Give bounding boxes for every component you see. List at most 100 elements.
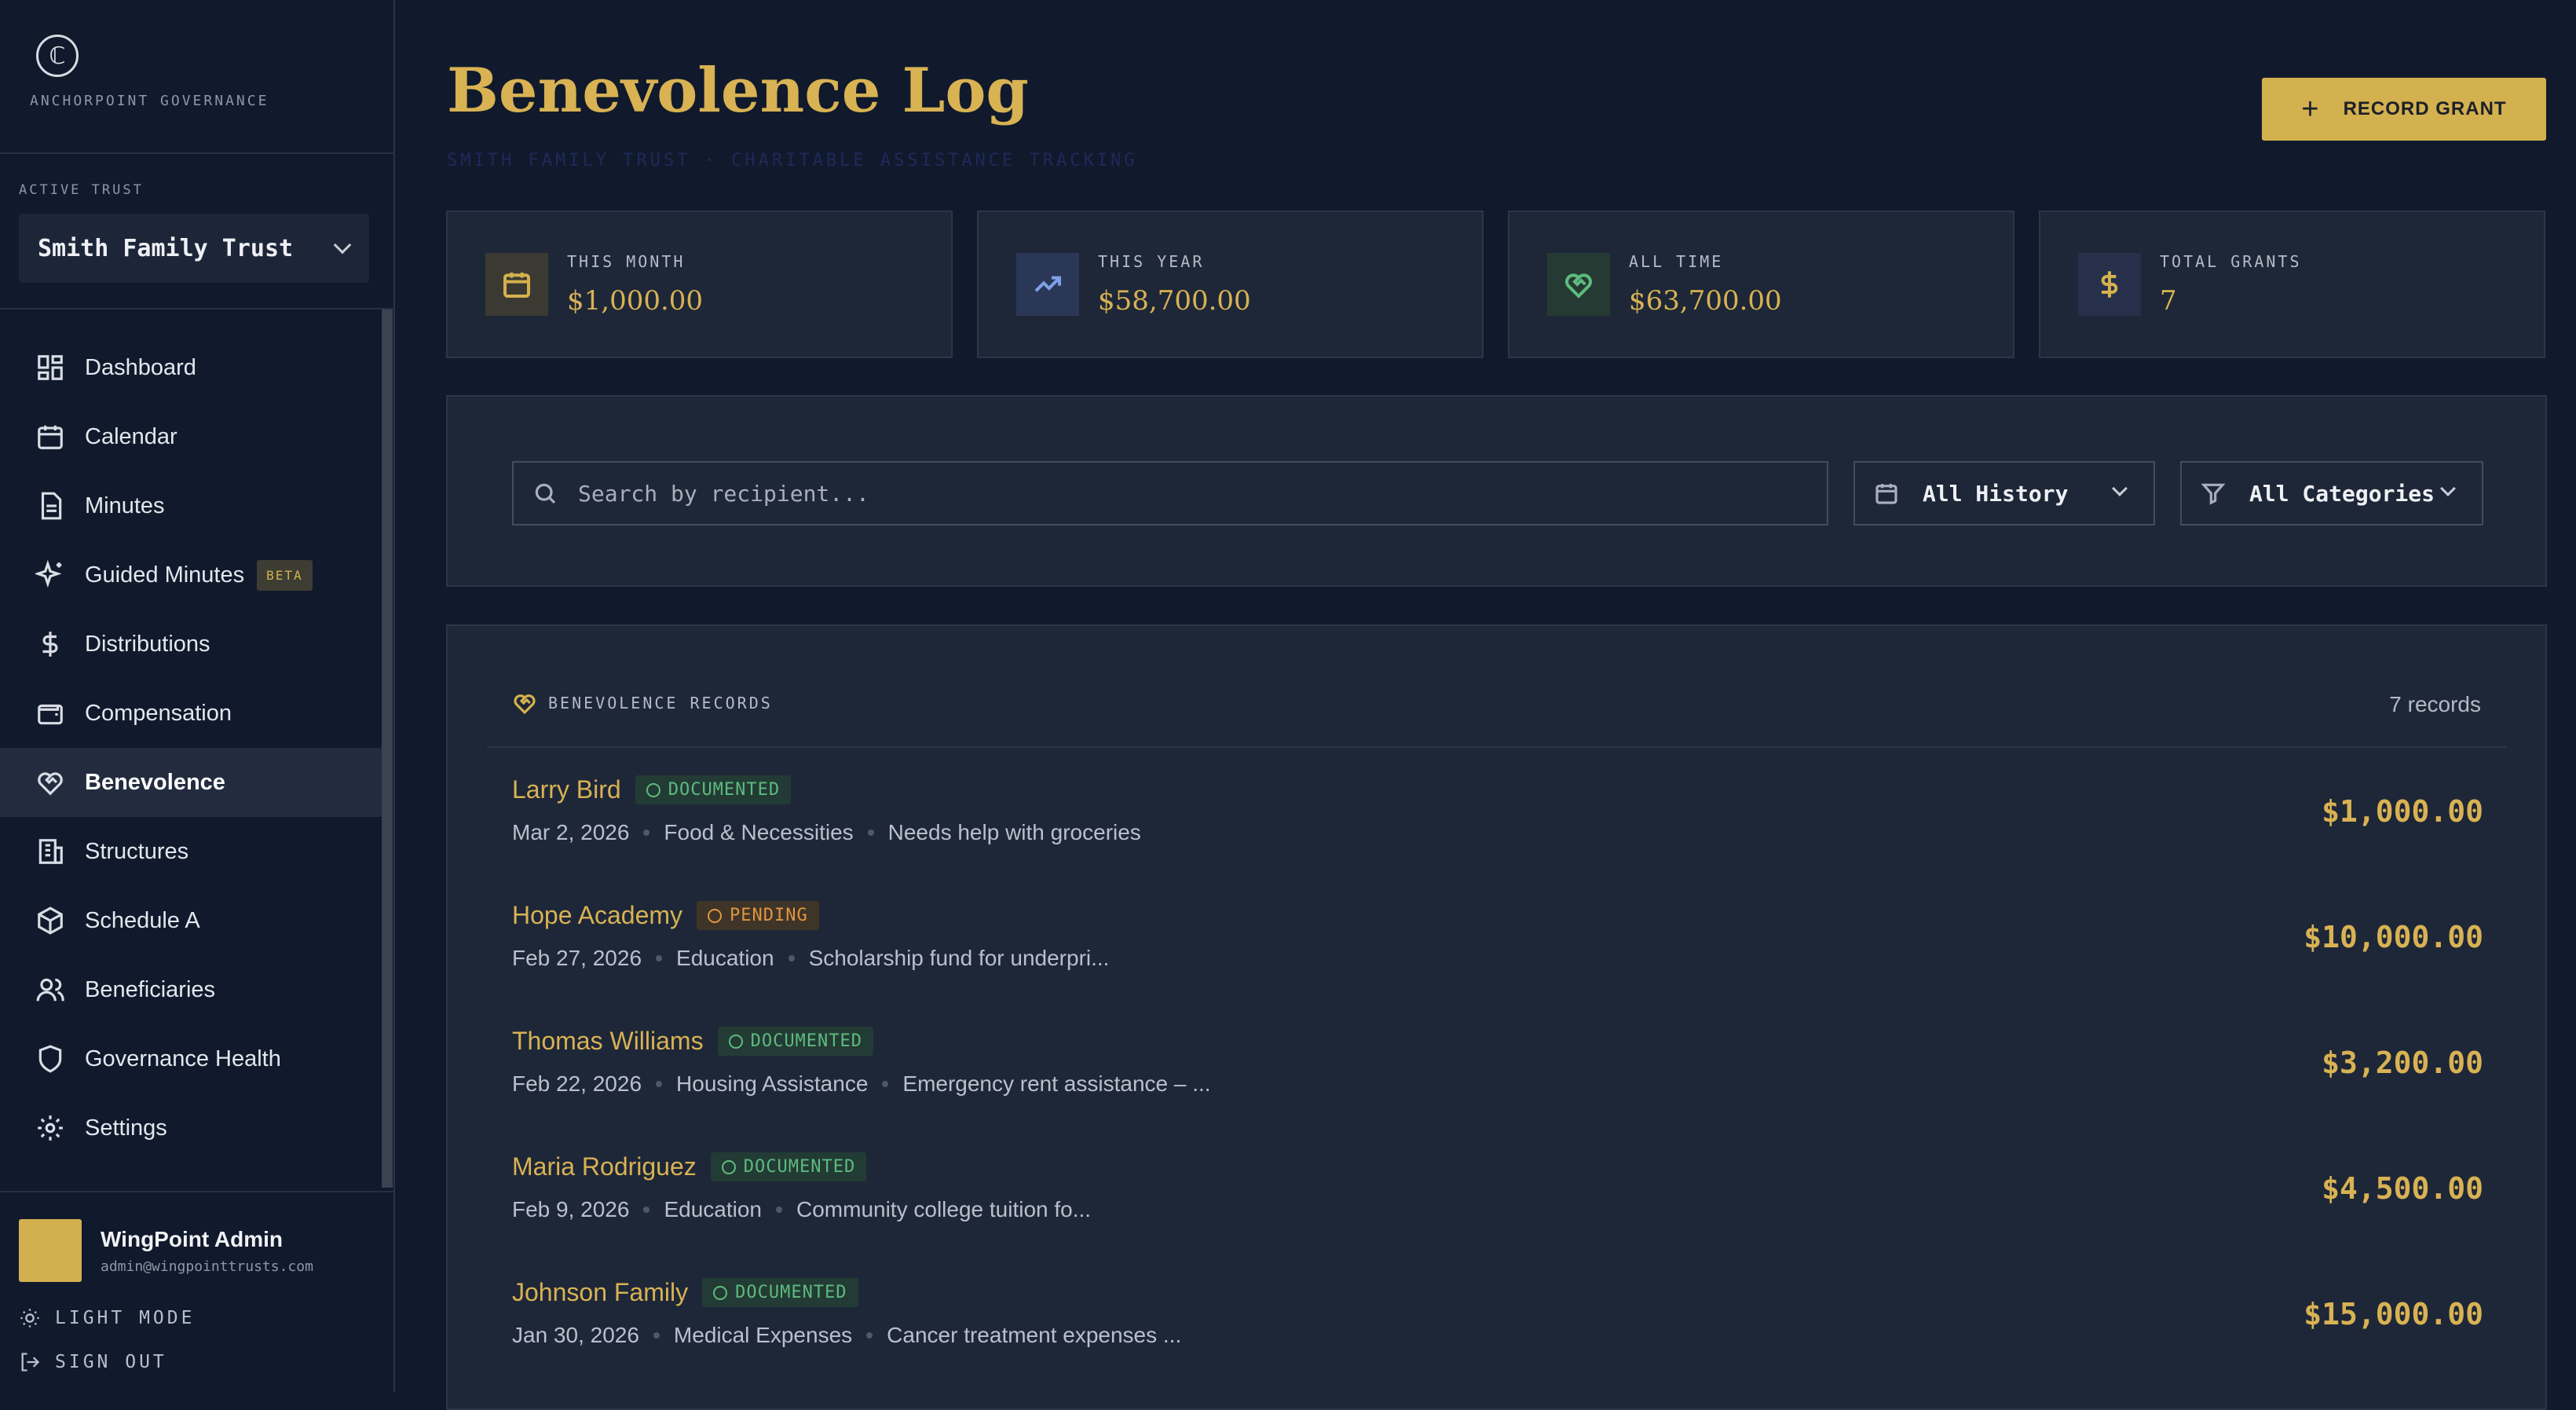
- sidebar-item-label: Beneficiaries: [85, 976, 216, 1002]
- box-icon: [35, 905, 66, 936]
- history-filter-value: All History: [1923, 480, 2069, 507]
- sidebar-item-label: Structures: [85, 838, 189, 864]
- grant-date: Feb 22, 2026: [512, 1071, 642, 1096]
- sidebar-item-label: Compensation: [85, 700, 232, 726]
- sidebar-divider: [0, 308, 393, 309]
- grant-category: Education: [664, 1197, 762, 1221]
- grant-category: Housing Assistance: [676, 1071, 869, 1096]
- dollar-icon: [35, 628, 66, 660]
- sidebar-divider: [0, 1191, 393, 1192]
- record-row[interactable]: Hope Academy PENDING Feb 27, 2026 Educat…: [512, 901, 2483, 1027]
- heart-handshake-icon: [514, 694, 536, 715]
- sidebar: ℂ ANCHORPOINT GOVERNANCE ACTIVE TRUST Sm…: [0, 0, 395, 1392]
- search-icon: [535, 483, 556, 504]
- grant-amount: $4,500.00: [2322, 1171, 2483, 1206]
- sparkle-icon: [35, 559, 66, 591]
- heart-handshake-icon: [1547, 253, 1610, 316]
- grant-amount: $1,000.00: [2322, 794, 2483, 829]
- sidebar-item-schedule-a[interactable]: Schedule A: [0, 886, 382, 955]
- sidebar-item-structures[interactable]: Structures: [0, 817, 382, 886]
- sidebar-nav: Dashboard Calendar Minutes Guided Minute…: [0, 333, 382, 1163]
- grant-category: Medical Expenses: [673, 1323, 853, 1347]
- sidebar-item-label: Dashboard: [85, 354, 196, 380]
- sidebar-divider: [0, 152, 393, 154]
- sidebar-item-calendar[interactable]: Calendar: [0, 402, 382, 471]
- clock-icon: [708, 908, 723, 923]
- sidebar-item-distributions[interactable]: Distributions: [0, 610, 382, 679]
- sidebar-item-compensation[interactable]: Compensation: [0, 679, 382, 748]
- records-count: 7 records: [2389, 692, 2481, 716]
- status-badge: DOCUMENTED: [717, 1027, 874, 1056]
- stat-card-total-grants: TOTAL GRANTS 7: [2039, 211, 2545, 358]
- grant-note: Cancer treatment expenses ...: [887, 1323, 1182, 1347]
- grant-category: Education: [676, 946, 774, 970]
- records-panel: BENEVOLENCE RECORDS 7 records Larry Bird…: [446, 624, 2547, 1410]
- sidebar-item-label: Guided Minutes: [85, 562, 245, 588]
- records-header: BENEVOLENCE RECORDS: [512, 690, 773, 716]
- wallet-icon: [35, 698, 66, 729]
- record-row[interactable]: Thomas Williams DOCUMENTED Feb 22, 2026 …: [512, 1027, 2483, 1152]
- status-badge: DOCUMENTED: [710, 1152, 867, 1181]
- building-icon: [35, 836, 66, 867]
- check-circle-icon: [646, 782, 660, 797]
- category-filter-dropdown[interactable]: All Categories: [2180, 461, 2483, 526]
- recipient-name: Maria Rodriguez: [512, 1152, 697, 1181]
- sidebar-item-settings[interactable]: Settings: [0, 1093, 382, 1163]
- stat-label: ALL TIME: [1629, 252, 1724, 271]
- page-title: Benevolence Log: [447, 55, 1029, 126]
- search-input[interactable]: Search by recipient...: [512, 461, 1828, 526]
- sidebar-item-beneficiaries[interactable]: Beneficiaries: [0, 955, 382, 1024]
- users-icon: [35, 974, 66, 1005]
- status-badge: PENDING: [697, 901, 819, 930]
- sidebar-scrollbar[interactable]: [382, 309, 393, 1188]
- user-profile[interactable]: WingPoint Admin admin@wingpointtrusts.co…: [19, 1219, 313, 1282]
- sidebar-item-label: Schedule A: [85, 907, 200, 933]
- sidebar-item-label: Minutes: [85, 493, 165, 518]
- user-name: WingPoint Admin: [101, 1226, 283, 1251]
- beta-badge: BETA: [257, 559, 313, 591]
- status-label: PENDING: [730, 906, 808, 925]
- grant-date: Feb 27, 2026: [512, 946, 642, 970]
- grant-category: Food & Necessities: [664, 820, 854, 844]
- recipient-name: Thomas Williams: [512, 1027, 704, 1055]
- sidebar-item-dashboard[interactable]: Dashboard: [0, 333, 382, 402]
- grant-amount: $10,000.00: [2303, 920, 2483, 954]
- gear-icon: [35, 1112, 66, 1144]
- record-row[interactable]: Johnson Family DOCUMENTED Jan 30, 2026 M…: [512, 1278, 2483, 1404]
- check-circle-icon: [713, 1285, 728, 1300]
- check-circle-icon: [728, 1034, 743, 1049]
- sign-out-link[interactable]: SIGN OUT: [19, 1351, 167, 1373]
- sign-out-label: SIGN OUT: [55, 1352, 167, 1372]
- records-title: BENEVOLENCE RECORDS: [548, 694, 773, 712]
- record-grant-button[interactable]: + RECORD GRANT: [2262, 78, 2546, 141]
- history-filter-dropdown[interactable]: All History: [1853, 461, 2155, 526]
- sidebar-item-governance-health[interactable]: Governance Health: [0, 1024, 382, 1093]
- avatar: [19, 1219, 82, 1282]
- chevron-down-icon: [2112, 481, 2128, 496]
- grant-date: Feb 9, 2026: [512, 1197, 630, 1221]
- status-badge: DOCUMENTED: [635, 775, 792, 804]
- recipient-name: Hope Academy: [512, 901, 683, 929]
- chevron-down-icon: [333, 236, 352, 255]
- stat-label: TOTAL GRANTS: [2160, 252, 2302, 271]
- sidebar-item-label: Benevolence: [85, 769, 225, 795]
- brand[interactable]: ℂ ANCHORPOINT GOVERNANCE: [30, 35, 269, 109]
- light-mode-toggle[interactable]: LIGHT MODE: [19, 1307, 195, 1329]
- record-row[interactable]: Larry Bird DOCUMENTED Mar 2, 2026 Food &…: [512, 775, 2483, 901]
- sidebar-item-minutes[interactable]: Minutes: [0, 471, 382, 540]
- sidebar-item-label: Governance Health: [85, 1046, 281, 1071]
- stat-card-all-time: ALL TIME $63,700.00: [1508, 211, 2014, 358]
- trust-select[interactable]: Smith Family Trust: [19, 214, 369, 283]
- record-row[interactable]: Maria Rodriguez DOCUMENTED Feb 9, 2026 E…: [512, 1152, 2483, 1278]
- sidebar-item-benevolence[interactable]: Benevolence: [0, 748, 382, 817]
- sidebar-item-guided-minutes[interactable]: Guided Minutes BETA: [0, 540, 382, 610]
- stat-value: $58,700.00: [1098, 285, 1251, 317]
- stat-label: THIS YEAR: [1098, 252, 1205, 271]
- sign-out-icon: [21, 1353, 40, 1372]
- stat-label: THIS MONTH: [567, 252, 686, 271]
- document-icon: [35, 490, 66, 522]
- active-trust-label: ACTIVE TRUST: [19, 182, 144, 198]
- status-label: DOCUMENTED: [735, 1283, 847, 1302]
- record-grant-label: RECORD GRANT: [2343, 98, 2507, 119]
- status-badge: DOCUMENTED: [702, 1278, 858, 1307]
